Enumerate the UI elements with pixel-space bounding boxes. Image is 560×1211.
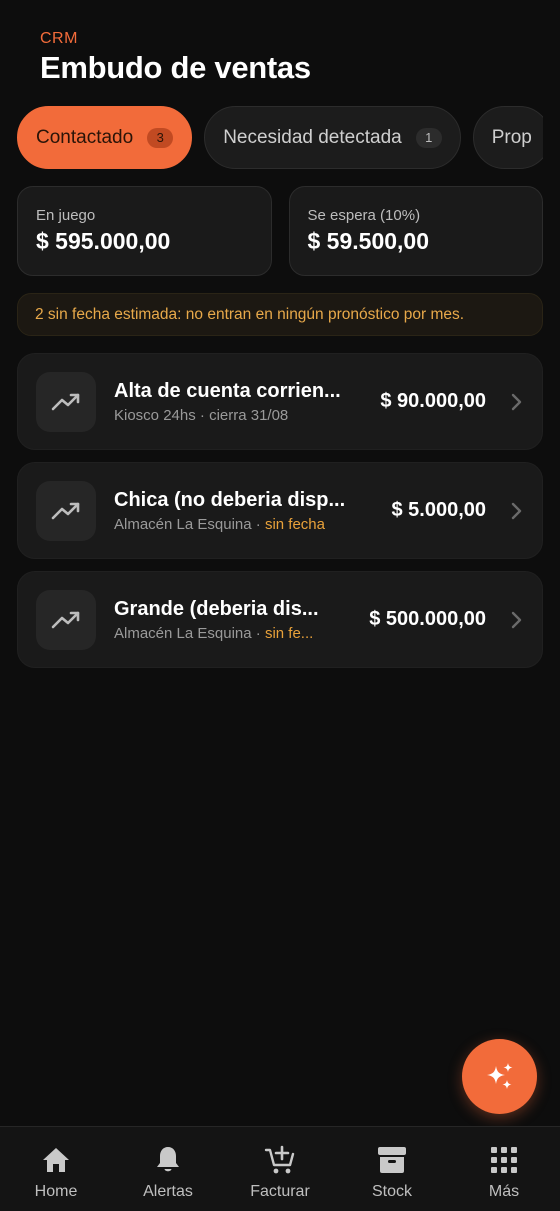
- tab-label: Prop: [491, 126, 532, 148]
- deal-close-date: cierra 31/08: [209, 406, 289, 424]
- deal-meta: Kiosco 24hs · cierra 31/08: [114, 407, 366, 424]
- nav-alertas[interactable]: Alertas: [112, 1127, 224, 1211]
- tab-label: Contactado: [36, 126, 134, 148]
- deal-client: Almacén La Esquina: [114, 515, 252, 533]
- deal-list: Alta de cuenta corrien... Kiosco 24hs · …: [17, 353, 543, 680]
- tab-necesidad-detectada[interactable]: Necesidad detectada 1: [204, 106, 461, 169]
- tab-contactado[interactable]: Contactado 3: [17, 106, 193, 169]
- deal-name: Chica (no deberia disp...: [114, 488, 346, 511]
- deal-no-date: sin fe...: [264, 624, 314, 642]
- deal-name: Alta de cuenta corrien...: [114, 379, 341, 402]
- deal-row[interactable]: Chica (no deberia disp... Almacén La Esq…: [17, 462, 543, 559]
- tab-label: Necesidad detectada: [223, 126, 402, 148]
- expected-value: $ 59.500,00: [307, 228, 430, 254]
- nav-label: Más: [488, 1183, 520, 1200]
- archive-box-icon: [377, 1145, 407, 1175]
- deal-client: Almacén La Esquina: [114, 624, 252, 642]
- nav-label: Stock: [371, 1183, 412, 1200]
- header: CRM Embudo de ventas: [40, 30, 311, 86]
- trending-up-icon: [36, 371, 96, 432]
- nav-home[interactable]: Home: [0, 1127, 112, 1211]
- deal-amount: $ 90.000,00: [380, 390, 486, 412]
- nav-mas[interactable]: Más: [448, 1127, 560, 1211]
- meta-separator: ·: [195, 406, 210, 424]
- chevron-right-icon: [508, 501, 524, 521]
- nav-facturar[interactable]: Facturar: [224, 1127, 336, 1211]
- trending-up-icon: [36, 589, 96, 650]
- section-eyebrow: CRM: [40, 30, 78, 47]
- cart-plus-icon: [264, 1145, 296, 1175]
- deal-meta: Almacén La Esquina · sin fe...: [114, 625, 355, 642]
- in-play-label: En juego: [36, 207, 96, 224]
- meta-separator: ·: [251, 624, 265, 642]
- bottom-navigation: Home Alertas Facturar Stock Más: [0, 1126, 560, 1211]
- nav-label: Facturar: [250, 1183, 310, 1200]
- deal-row[interactable]: Alta de cuenta corrien... Kiosco 24hs · …: [17, 353, 543, 450]
- meta-separator: ·: [251, 515, 265, 533]
- page-title: Embudo de ventas: [40, 50, 311, 85]
- no-date-notice: 2 sin fecha estimada: no entran en ningú…: [17, 293, 543, 336]
- tab-count-badge: 1: [415, 127, 442, 148]
- grid-icon: [491, 1145, 517, 1175]
- deal-name: Grande (deberia dis...: [114, 597, 319, 620]
- deal-amount: $ 500.000,00: [369, 608, 486, 630]
- deal-meta: Almacén La Esquina · sin fecha: [114, 516, 377, 533]
- home-icon: [41, 1145, 71, 1175]
- nav-stock[interactable]: Stock: [336, 1127, 448, 1211]
- chevron-right-icon: [508, 392, 524, 412]
- sparkles-icon: [486, 1062, 512, 1089]
- deal-client: Kiosco 24hs: [114, 406, 196, 424]
- in-play-card: En juego $ 595.000,00: [17, 186, 272, 276]
- chevron-right-icon: [508, 610, 524, 630]
- expected-label: Se espera (10%): [307, 207, 421, 224]
- ai-assistant-button[interactable]: [462, 1039, 537, 1114]
- trending-up-icon: [36, 480, 96, 541]
- deal-row[interactable]: Grande (deberia dis... Almacén La Esquin…: [17, 571, 543, 668]
- expected-card: Se espera (10%) $ 59.500,00: [288, 186, 543, 276]
- nav-label: Home: [34, 1183, 78, 1200]
- tab-count-badge: 3: [147, 127, 174, 148]
- tab-propuesta[interactable]: Prop: [472, 106, 543, 169]
- bell-icon: [155, 1145, 181, 1175]
- deal-amount: $ 5.000,00: [391, 499, 486, 521]
- deal-no-date: sin fecha: [264, 515, 325, 533]
- in-play-value: $ 595.000,00: [36, 228, 171, 254]
- stats-row: En juego $ 595.000,00 Se espera (10%) $ …: [17, 186, 543, 276]
- nav-label: Alertas: [143, 1183, 193, 1200]
- stage-tabs: Contactado 3 Necesidad detectada 1 Prop: [17, 106, 543, 170]
